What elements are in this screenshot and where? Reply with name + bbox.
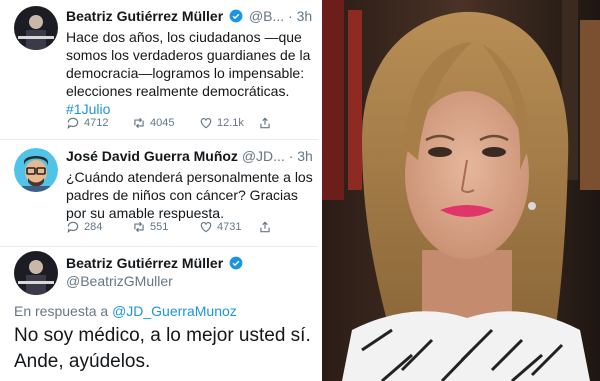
retweet-icon <box>134 221 144 233</box>
tweet-line: elecciones realmente democráticas. <box>66 83 290 99</box>
reply-button[interactable]: 284 <box>66 220 102 234</box>
reply-button[interactable]: 4712 <box>66 116 108 130</box>
tweet-1[interactable]: Beatriz Gutiérrez Müller @B... · 3h Hace… <box>0 0 318 142</box>
reply-icon <box>67 221 79 234</box>
verified-badge-icon <box>229 9 243 23</box>
avatar[interactable] <box>14 251 58 295</box>
like-button[interactable]: 4731 <box>199 220 241 234</box>
like-button[interactable]: 12.1k <box>199 116 244 130</box>
share-button[interactable] <box>258 116 272 130</box>
share-icon <box>260 117 270 129</box>
tweet-time[interactable]: · 3h <box>288 8 312 24</box>
tweet-3[interactable]: Beatriz Gutiérrez Müller @BeatrizGMuller… <box>0 247 318 381</box>
retweet-button[interactable]: 4045 <box>132 116 174 130</box>
reply-count: 284 <box>84 221 103 233</box>
author-handle[interactable]: @BeatrizGMuller <box>66 273 173 289</box>
retweet-count: 4045 <box>150 117 175 129</box>
retweet-count: 551 <box>150 221 169 233</box>
tweet-line: Ande, ayúdelos. <box>14 351 151 372</box>
tweet-line: somos los verdaderos guardianes de la <box>66 47 311 63</box>
reply-context-label: En respuesta a <box>14 303 109 319</box>
tweet-line: Hace dos años, los ciudadanos —que <box>66 29 302 45</box>
reply-count: 4712 <box>84 117 109 129</box>
tweet-line: No soy médico, a lo mejor usted sí. <box>14 325 311 346</box>
verified-badge-icon <box>229 256 243 270</box>
reply-icon <box>67 117 79 130</box>
tweet-text: Hace dos años, los ciudadanos —que somos… <box>66 28 316 118</box>
author-name[interactable]: Beatriz Gutiérrez Müller <box>66 8 223 24</box>
like-count: 4731 <box>217 221 242 233</box>
tweet-line: padres de niños con cáncer? Gracias <box>66 187 298 203</box>
share-button[interactable] <box>258 220 272 234</box>
tweet-text: No soy médico, a lo mejor usted sí. Ande… <box>14 323 314 375</box>
avatar[interactable] <box>14 148 58 192</box>
retweet-button[interactable]: 551 <box>132 220 168 234</box>
author-handle[interactable]: @JD... <box>242 148 285 164</box>
portrait-photo <box>322 0 600 381</box>
reply-to-link[interactable]: @JD_GuerraMunoz <box>112 303 237 319</box>
heart-icon <box>200 222 212 233</box>
author-name[interactable]: José David Guerra Muñoz <box>66 148 238 164</box>
author-name[interactable]: Beatriz Gutiérrez Müller <box>66 255 223 271</box>
share-icon <box>260 221 270 233</box>
tweet-line: ¿Cuándo atenderá personalmente a los <box>66 169 313 185</box>
tweet-line: democracia—logramos lo impensable: <box>66 65 305 81</box>
retweet-icon <box>134 117 144 129</box>
like-count: 12.1k <box>217 117 244 129</box>
author-handle[interactable]: @B... <box>249 8 284 24</box>
tweet-time[interactable]: · 3h <box>289 148 313 164</box>
heart-icon <box>200 118 212 129</box>
tweet-2[interactable]: José David Guerra Muñoz @JD... · 3h ¿Cuá… <box>0 140 318 244</box>
tweet-text: ¿Cuándo atenderá personalmente a los pad… <box>66 168 316 222</box>
tweet-thread: Beatriz Gutiérrez Müller @B... · 3h Hace… <box>0 0 318 381</box>
avatar[interactable] <box>14 6 58 50</box>
